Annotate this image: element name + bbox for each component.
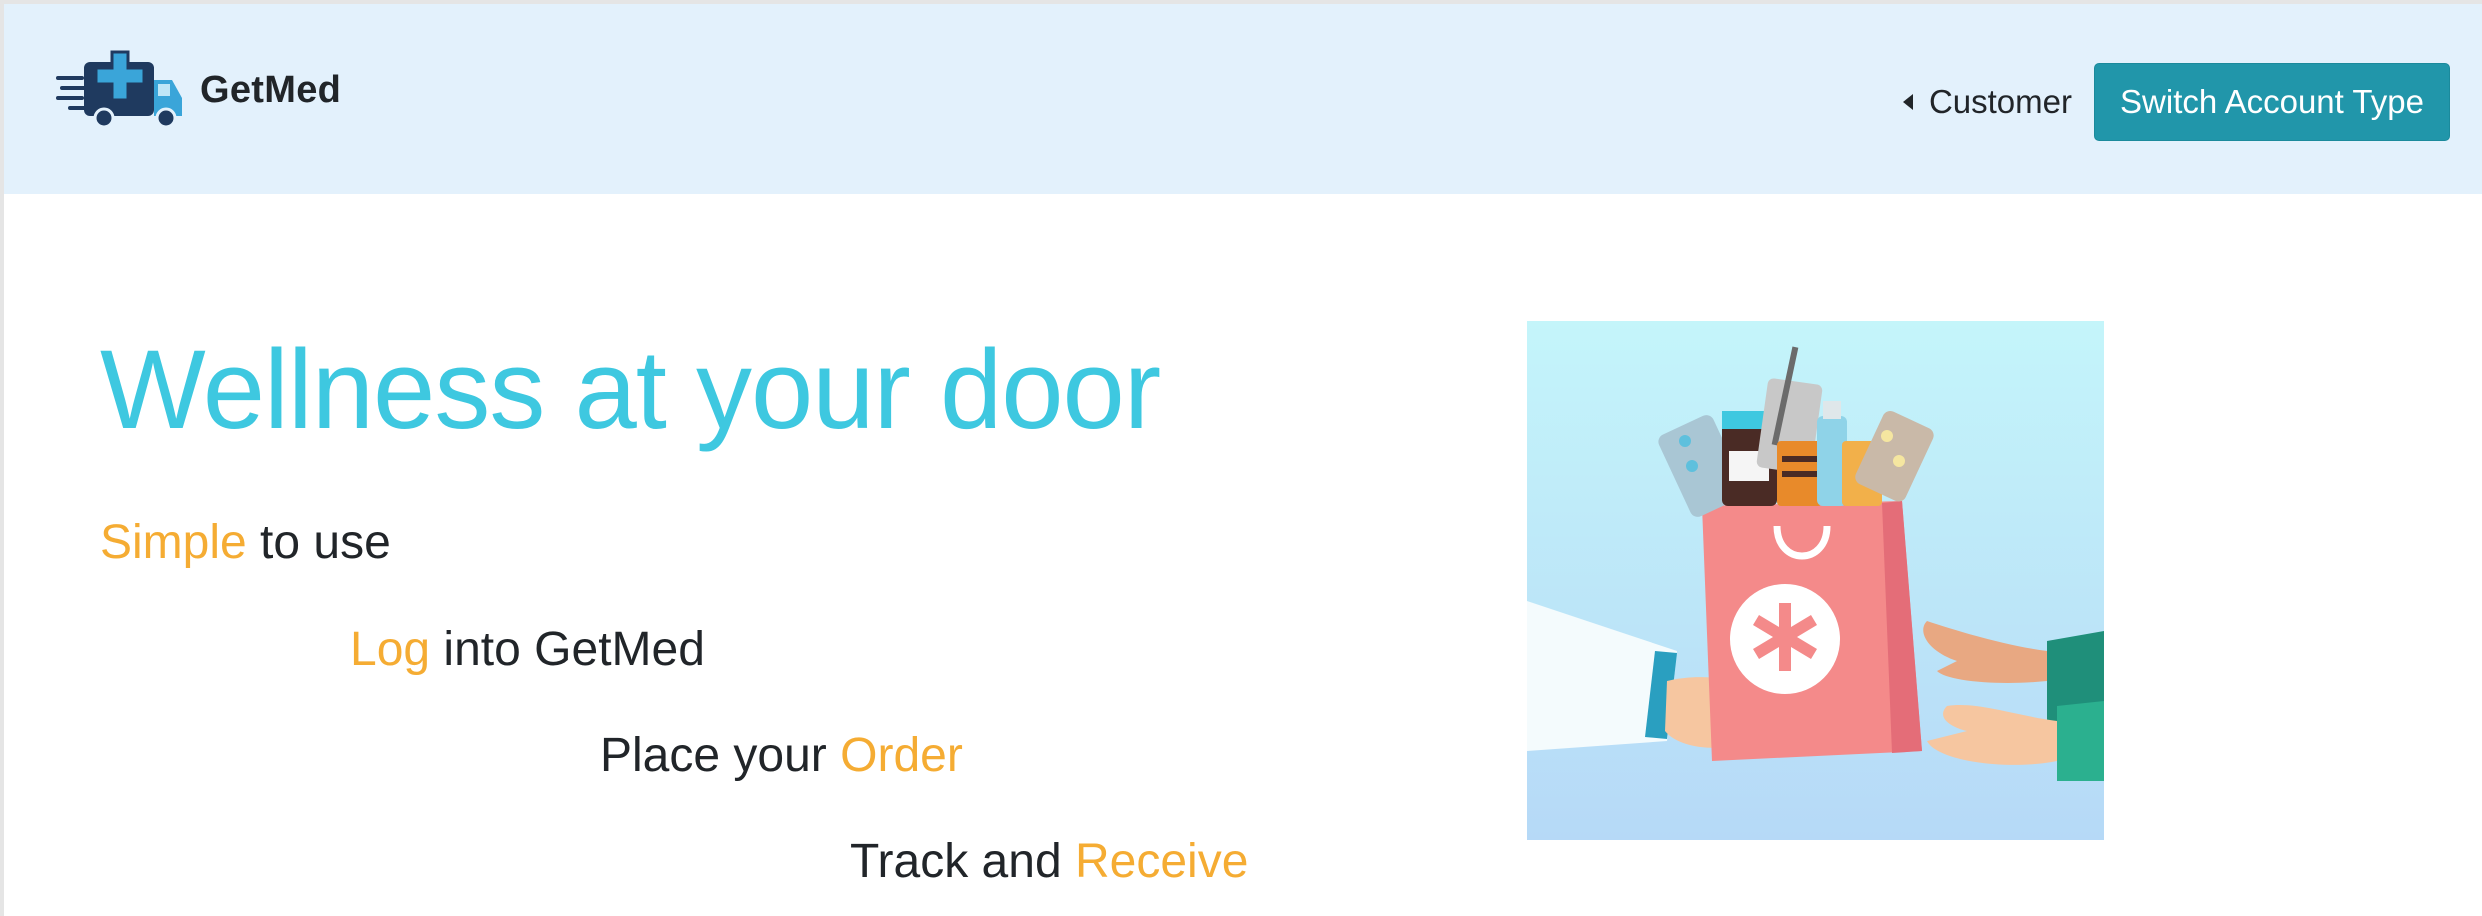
nav-right: Customer Switch Account Type — [1901, 62, 2450, 142]
step-3-before: Place your — [600, 729, 841, 782]
step-receive: Track and Receive — [850, 834, 1248, 889]
step-4-before: Track and — [850, 835, 1075, 888]
delivery-truck-logo-icon — [56, 50, 182, 129]
caret-left-icon — [1902, 94, 1913, 110]
brand-name: GetMed — [200, 68, 342, 111]
step-4-accent: Receive — [1074, 835, 1249, 888]
step-log: Log into GetMed — [350, 622, 705, 677]
step-2-accent: Log — [350, 623, 431, 676]
hero-title: Wellness at your door — [100, 327, 1161, 452]
pharmacy-bag-handover-icon — [1527, 321, 2104, 840]
brand-link[interactable]: GetMed — [54, 50, 341, 130]
customer-dropdown-toggle[interactable]: Customer — [1901, 83, 2072, 121]
step-1-accent: Simple — [100, 516, 247, 569]
step-2-after: into GetMed — [430, 623, 705, 676]
step-order: Place your Order — [600, 728, 963, 783]
step-3-accent: Order — [840, 729, 963, 782]
step-1-after: to use — [246, 516, 391, 569]
customer-dropdown-label: Customer — [1928, 83, 2072, 120]
switch-account-type-button[interactable]: Switch Account Type — [2094, 63, 2450, 141]
navbar: GetMed Customer Switch Account Type — [4, 4, 2482, 194]
step-simple: Simple to use — [100, 515, 391, 570]
